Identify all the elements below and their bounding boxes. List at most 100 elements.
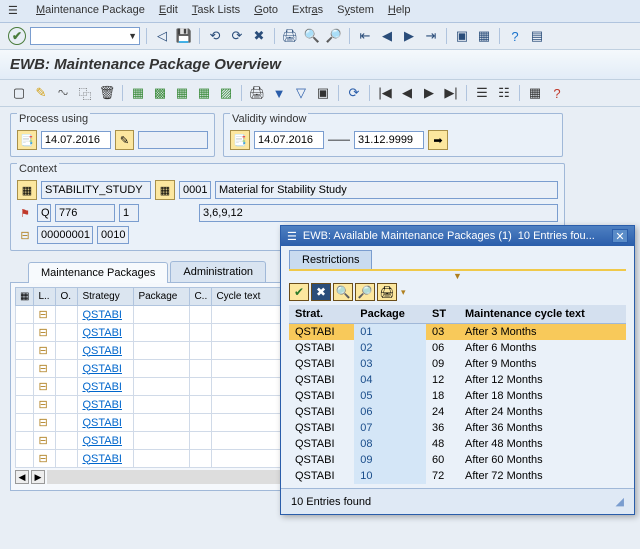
new-session-icon[interactable]: ▣	[453, 27, 471, 45]
collapse-handle[interactable]: ▼	[289, 273, 626, 279]
process-date-input[interactable]: 14.07.2016	[41, 131, 111, 149]
validity-from-input[interactable]: 14.07.2016	[254, 131, 324, 149]
popup-col-st[interactable]: ST	[426, 305, 459, 324]
menu-goto[interactable]: Goto	[254, 4, 278, 18]
context-code1-input[interactable]: 0001	[179, 181, 211, 199]
process-extra-input[interactable]	[138, 131, 208, 149]
popup-cancel-button[interactable]: ✖	[311, 283, 331, 301]
sheet3-icon[interactable]: ▦	[173, 84, 191, 102]
scroll-right-icon[interactable]: ▶	[31, 470, 45, 484]
grid-icon[interactable]: ▦	[526, 84, 544, 102]
nav-last-icon[interactable]: ▶|	[442, 84, 460, 102]
context-desc-input[interactable]: Material for Stability Study	[215, 181, 558, 199]
nav-next-icon[interactable]: ▶	[420, 84, 438, 102]
popup-row[interactable]: QSTABI0848After 48 Months	[289, 436, 626, 452]
edit-icon[interactable]: ✎	[32, 84, 50, 102]
cell-package[interactable]	[134, 306, 190, 324]
scroll-left-icon[interactable]: ◀	[15, 470, 29, 484]
row-selector[interactable]	[16, 414, 34, 432]
popup-print-icon[interactable]: 🖨	[377, 283, 397, 301]
popup-col-mct[interactable]: Maintenance cycle text	[459, 305, 626, 324]
enter-button[interactable]: ✔	[8, 27, 26, 45]
save-button[interactable]: 💾	[175, 27, 193, 45]
popup-titlebar[interactable]: ☰ EWB: Available Maintenance Packages (1…	[281, 226, 634, 246]
menu-edit[interactable]: Edit	[159, 4, 178, 18]
nav-back-icon[interactable]: ⟲	[206, 27, 224, 45]
col-strategy[interactable]: Strategy	[78, 288, 134, 306]
tree2-icon[interactable]: ☷	[495, 84, 513, 102]
popup-find-icon[interactable]: 🔍	[333, 283, 353, 301]
popup-confirm-button[interactable]: ✔	[289, 283, 309, 301]
cancel-icon[interactable]: ✖	[250, 27, 268, 45]
menu-extras[interactable]: Extras	[292, 4, 323, 18]
settings-icon[interactable]: ▣	[314, 84, 332, 102]
row-selector[interactable]	[16, 396, 34, 414]
popup-row[interactable]: QSTABI0624After 24 Months	[289, 404, 626, 420]
tab-maintenance-packages[interactable]: Maintenance Packages	[28, 262, 168, 283]
cell-strategy[interactable]: QSTABI	[78, 378, 134, 396]
cell-package[interactable]	[134, 450, 190, 468]
cell-strategy[interactable]: QSTABI	[78, 306, 134, 324]
find-next-icon[interactable]: 🔎	[325, 27, 343, 45]
cell-package[interactable]	[134, 432, 190, 450]
context-helper2[interactable]: ▦	[155, 180, 175, 200]
cell-strategy[interactable]: QSTABI	[78, 432, 134, 450]
context-seq-input[interactable]: 3,6,9,12	[199, 204, 558, 222]
col-select[interactable]: ▦	[16, 288, 34, 306]
popup-row[interactable]: QSTABI0206After 6 Months	[289, 340, 626, 356]
prev-page-icon[interactable]: ◀	[378, 27, 396, 45]
last-page-icon[interactable]: ⇥	[422, 27, 440, 45]
tab-administration[interactable]: Administration	[170, 261, 266, 282]
help-icon[interactable]: ?	[506, 27, 524, 45]
popup-find2-icon[interactable]: 🔎	[355, 283, 375, 301]
col-l[interactable]: L..	[34, 288, 56, 306]
popup-row[interactable]: QSTABI1072After 72 Months	[289, 468, 626, 484]
menu-icon[interactable]: ☰	[8, 4, 22, 18]
col-package[interactable]: Package	[134, 288, 190, 306]
col-o[interactable]: O.	[56, 288, 78, 306]
display-icon[interactable]: ᵔᵕ	[54, 84, 72, 102]
row-selector[interactable]	[16, 360, 34, 378]
col-c[interactable]: C..	[190, 288, 212, 306]
row-selector[interactable]	[16, 342, 34, 360]
context-sub-input[interactable]: 1	[119, 204, 139, 222]
popup-row[interactable]: QSTABI0309After 9 Months	[289, 356, 626, 372]
customize-icon[interactable]: ▤	[528, 27, 546, 45]
print-icon[interactable]: 🖨	[281, 27, 299, 45]
process-date-helper[interactable]: 📑	[17, 130, 37, 150]
cell-strategy[interactable]: QSTABI	[78, 450, 134, 468]
cell-strategy[interactable]: QSTABI	[78, 324, 134, 342]
cell-strategy[interactable]: QSTABI	[78, 360, 134, 378]
context-id2-input[interactable]: 0010	[97, 226, 129, 244]
exit-icon[interactable]: ⟳	[228, 27, 246, 45]
menu-help[interactable]: Help	[388, 4, 411, 18]
cell-package[interactable]	[134, 414, 190, 432]
next-page-icon[interactable]: ▶	[400, 27, 418, 45]
sheet5-icon[interactable]: ▨	[217, 84, 235, 102]
delete-icon[interactable]: 🗑	[98, 84, 116, 102]
close-icon[interactable]: ✕	[612, 229, 628, 243]
row-selector[interactable]	[16, 306, 34, 324]
command-field[interactable]: ▼	[30, 27, 140, 45]
popup-row[interactable]: QSTABI0960After 60 Months	[289, 452, 626, 468]
first-page-icon[interactable]: ⇤	[356, 27, 374, 45]
tree1-icon[interactable]: ☰	[473, 84, 491, 102]
sheet2-icon[interactable]: ▩	[151, 84, 169, 102]
cell-package[interactable]	[134, 378, 190, 396]
row-selector[interactable]	[16, 324, 34, 342]
new-icon[interactable]: ▢	[10, 84, 28, 102]
filter2-icon[interactable]: ▽	[292, 84, 310, 102]
popup-row[interactable]: QSTABI0518After 18 Months	[289, 388, 626, 404]
shortcut-icon[interactable]: ▦	[475, 27, 493, 45]
menu-system[interactable]: System	[337, 4, 374, 18]
row-selector[interactable]	[16, 378, 34, 396]
context-study-input[interactable]: STABILITY_STUDY	[41, 181, 151, 199]
nav-first-icon[interactable]: |◀	[376, 84, 394, 102]
sheet1-icon[interactable]: ▦	[129, 84, 147, 102]
popup-toolbar-more[interactable]: ▾	[401, 287, 406, 298]
help2-icon[interactable]: ?	[548, 84, 566, 102]
validity-go-button[interactable]: ➡	[428, 130, 448, 150]
cell-package[interactable]	[134, 360, 190, 378]
row-selector[interactable]	[16, 432, 34, 450]
copy-icon[interactable]: ⿻	[76, 84, 94, 102]
